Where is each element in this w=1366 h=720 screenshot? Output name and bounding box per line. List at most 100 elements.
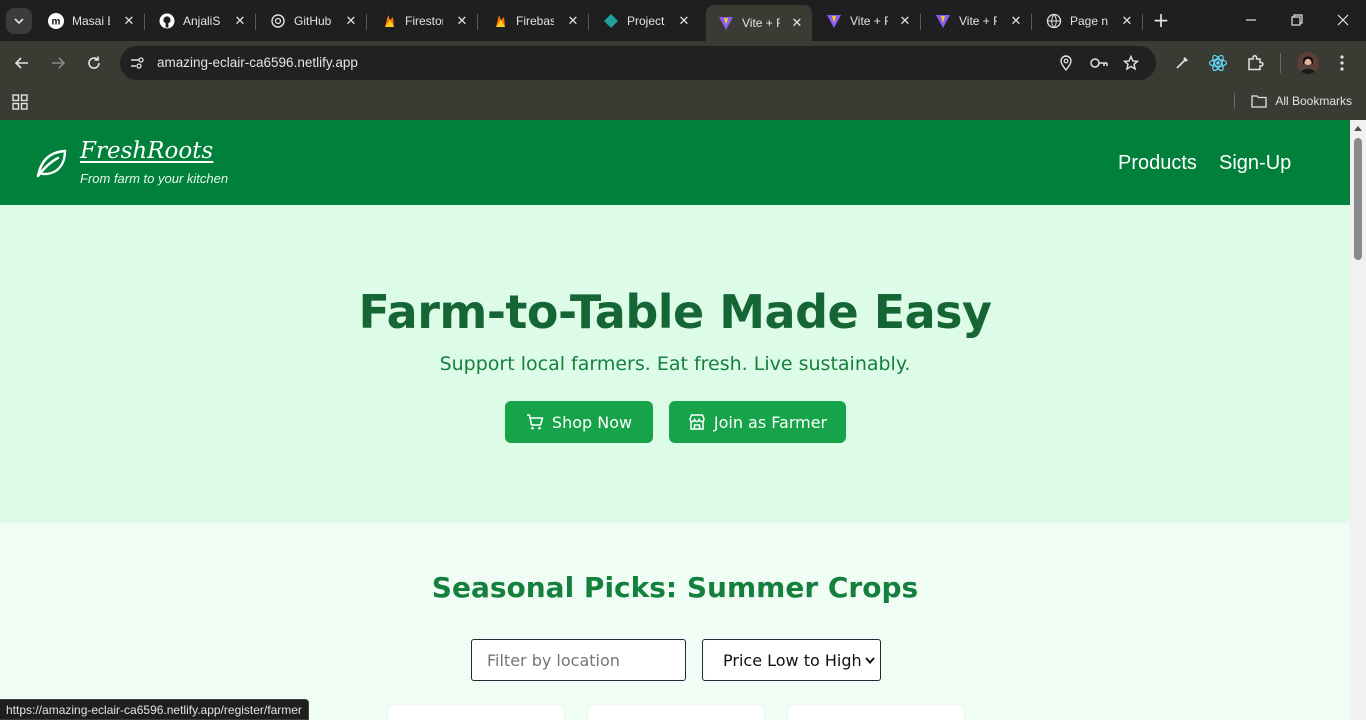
reload-button[interactable] [82, 51, 106, 75]
close-icon[interactable]: ✕ [344, 13, 358, 28]
reload-icon [88, 56, 100, 69]
openai-icon [270, 13, 286, 29]
price-sort-select[interactable]: Price Low to High [702, 639, 881, 681]
minimize-icon [1246, 19, 1256, 21]
close-window-button[interactable] [1329, 8, 1357, 32]
tab-vite-3[interactable]: Vite + R ✕ [923, 6, 1032, 35]
minimize-button[interactable] [1237, 8, 1265, 32]
nav-signup-link[interactable]: Sign-Up [1219, 152, 1291, 175]
bookmarks-divider [1234, 93, 1236, 109]
close-icon[interactable]: ✕ [122, 13, 136, 28]
vite-icon [935, 13, 951, 29]
shop-now-label: Shop Now [551, 412, 633, 432]
tab-masai[interactable]: m Masai E ✕ [36, 6, 145, 35]
store-icon [689, 414, 705, 430]
arrow-right-icon [52, 57, 66, 69]
react-devtools-icon[interactable] [1208, 53, 1228, 73]
product-card[interactable] [588, 705, 764, 720]
tab-label: GitHub [294, 13, 332, 28]
join-as-farmer-button[interactable]: Join as Farmer [669, 401, 846, 443]
address-bar[interactable]: amazing-eclair-ca6596.netlify.app [120, 46, 1156, 80]
tab-divider [477, 14, 478, 30]
address-url: amazing-eclair-ca6596.netlify.app [157, 55, 358, 70]
location-filter-input[interactable] [471, 639, 686, 681]
close-icon[interactable]: ✕ [677, 13, 691, 28]
vite-icon [826, 13, 842, 29]
page-scrollbar[interactable] [1350, 120, 1366, 720]
tab-firebase[interactable]: Firebase ✕ [480, 6, 589, 35]
restore-icon [1291, 14, 1303, 26]
profile-avatar[interactable] [1297, 52, 1319, 74]
close-icon[interactable]: ✕ [566, 13, 580, 28]
tab-firestore[interactable]: Firestor ✕ [369, 6, 478, 35]
tab-anjali-github[interactable]: AnjaliSh ✕ [147, 6, 256, 35]
close-icon[interactable]: ✕ [233, 13, 247, 28]
all-bookmarks-button[interactable]: All Bookmarks [1234, 93, 1352, 109]
tab-divider [1031, 14, 1032, 30]
site-info-icon[interactable] [129, 55, 145, 71]
firebase-icon [492, 13, 508, 29]
brand-tagline: From farm to your kitchen [80, 171, 229, 186]
web-page: FreshRoots From farm to your kitchen Pro… [0, 120, 1350, 720]
masai-icon: m [48, 12, 64, 29]
tab-label: Masai E [72, 13, 110, 28]
nav-products-link[interactable]: Products [1118, 152, 1197, 175]
arrow-left-icon [14, 57, 28, 69]
github-icon [159, 13, 175, 29]
folder-icon [1251, 95, 1267, 108]
tab-page-not-found[interactable]: Page no ✕ [1034, 6, 1143, 35]
eyedropper-extension-icon[interactable] [1174, 55, 1190, 71]
tab-label: Vite + R [742, 16, 780, 30]
tab-label: AnjaliSh [183, 13, 221, 28]
tab-divider [144, 14, 145, 30]
tab-divider [255, 14, 256, 30]
hero-title: Farm-to-Table Made Easy [358, 285, 992, 339]
close-icon[interactable]: ✕ [1120, 13, 1134, 28]
close-icon[interactable]: ✕ [898, 13, 912, 28]
close-icon [1337, 14, 1349, 26]
hero-subtitle: Support local farmers. Eat fresh. Live s… [439, 353, 911, 375]
bookmark-star-icon[interactable] [1123, 55, 1139, 71]
password-key-icon[interactable] [1089, 55, 1109, 71]
join-as-farmer-label: Join as Farmer [713, 412, 828, 432]
shopping-cart-icon [526, 414, 544, 430]
forward-button[interactable] [46, 51, 70, 75]
seasonal-section-title: Seasonal Picks: Summer Crops [431, 571, 919, 604]
back-button[interactable] [10, 51, 34, 75]
tab-github[interactable]: GitHub ✕ [258, 6, 367, 35]
product-card[interactable] [788, 705, 964, 720]
tab-vite-2[interactable]: Vite + R ✕ [814, 6, 921, 35]
apps-grid-icon[interactable] [11, 93, 29, 111]
product-card[interactable] [388, 705, 564, 720]
brand-name[interactable]: FreshRoots [80, 138, 213, 164]
tab-vite-active[interactable]: Vite + R ✕ [706, 5, 812, 41]
tab-label: Project [627, 13, 665, 28]
scrollbar-thumb[interactable] [1354, 138, 1362, 260]
scroll-up-arrow-icon[interactable] [1354, 126, 1362, 131]
all-bookmarks-label: All Bookmarks [1275, 94, 1352, 108]
close-icon[interactable]: ✕ [790, 16, 804, 30]
sort-selected-value: Price Low to High [723, 650, 862, 670]
restore-button[interactable] [1283, 8, 1311, 32]
svg-text:m: m [52, 16, 61, 27]
hero-section: Farm-to-Table Made Easy Support local fa… [0, 205, 1350, 523]
extensions-puzzle-icon[interactable] [1245, 53, 1265, 73]
new-tab-button[interactable]: + [1151, 10, 1171, 30]
leaf-icon [36, 149, 67, 178]
tab-label: Page no [1070, 13, 1108, 28]
browser-menu-icon[interactable] [1336, 53, 1348, 73]
location-icon[interactable] [1058, 55, 1074, 71]
tab-project[interactable]: Project ✕ [591, 6, 699, 35]
tab-label: Vite + R [959, 13, 997, 28]
close-icon[interactable]: ✕ [455, 13, 469, 28]
close-icon[interactable]: ✕ [1009, 13, 1023, 28]
tab-divider [1142, 14, 1143, 30]
firebase-icon [381, 13, 397, 29]
tab-divider [588, 14, 589, 30]
site-header: FreshRoots From farm to your kitchen Pro… [0, 120, 1350, 205]
tab-strip: m Masai E ✕ AnjaliSh ✕ GitHub ✕ Firestor… [0, 0, 1366, 41]
globe-icon [1046, 13, 1062, 29]
shop-now-button[interactable]: Shop Now [505, 401, 653, 443]
link-hover-status: https://amazing-eclair-ca6596.netlify.ap… [0, 699, 309, 720]
tab-search-button[interactable] [6, 8, 32, 34]
